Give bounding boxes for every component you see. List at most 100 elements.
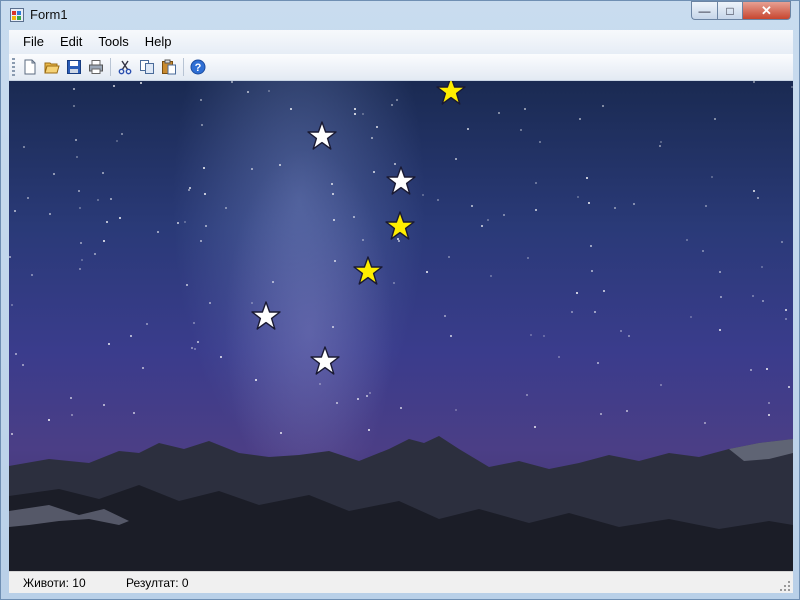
background-star [103, 404, 105, 406]
background-star [200, 99, 202, 101]
cut-button[interactable] [114, 56, 136, 78]
background-star [184, 221, 186, 223]
background-star [626, 410, 628, 412]
toolbar-grip[interactable] [12, 58, 15, 76]
background-star [11, 304, 13, 306]
save-icon [67, 60, 81, 74]
resize-grip-icon[interactable] [779, 580, 791, 592]
background-star [785, 309, 787, 311]
mountain-silhouette [9, 436, 793, 571]
background-star [108, 343, 110, 345]
background-star [80, 242, 82, 244]
paste-button[interactable] [158, 56, 180, 78]
background-star [106, 221, 108, 223]
background-star [530, 334, 532, 336]
background-star [396, 99, 398, 101]
background-star [204, 193, 206, 195]
background-star [539, 141, 541, 143]
background-star [186, 284, 188, 286]
background-star [720, 296, 722, 298]
background-star [205, 225, 207, 227]
background-star [231, 81, 233, 83]
background-star [70, 397, 72, 399]
background-star [23, 146, 25, 148]
background-star [534, 426, 536, 428]
background-star [376, 126, 378, 128]
yellow-star-icon[interactable] [353, 256, 383, 286]
background-star [444, 315, 446, 317]
background-star [705, 205, 707, 207]
background-star [520, 129, 522, 131]
cut-icon [118, 60, 132, 75]
background-star [614, 207, 616, 209]
background-star [81, 259, 83, 261]
help-icon: ? [190, 59, 206, 75]
background-star [586, 177, 588, 179]
background-star [15, 353, 17, 355]
new-button[interactable] [19, 56, 41, 78]
open-button[interactable] [41, 56, 63, 78]
background-star [225, 207, 227, 209]
background-star [11, 433, 13, 435]
white-star-icon[interactable] [251, 301, 281, 331]
background-star [200, 240, 202, 242]
background-star [490, 275, 492, 277]
menu-edit[interactable]: Edit [52, 30, 90, 54]
background-star [332, 193, 334, 195]
background-star [31, 274, 33, 276]
background-star [450, 335, 452, 337]
print-button[interactable] [85, 56, 107, 78]
background-star [620, 330, 622, 332]
background-star [768, 402, 770, 404]
menu-tools[interactable]: Tools [90, 30, 136, 54]
background-star [73, 105, 75, 107]
background-star [791, 86, 793, 88]
white-star-icon[interactable] [310, 346, 340, 376]
background-star [76, 156, 78, 158]
background-star [209, 302, 211, 304]
maximize-button[interactable]: □ [717, 1, 743, 20]
background-star [591, 270, 593, 272]
yellow-star-icon[interactable] [436, 81, 466, 106]
background-star [603, 290, 605, 292]
background-star [79, 268, 81, 270]
background-star [527, 257, 529, 259]
background-star [220, 356, 222, 358]
save-button[interactable] [63, 56, 85, 78]
background-star [191, 347, 193, 349]
background-star [353, 216, 355, 218]
menu-help[interactable]: Help [137, 30, 180, 54]
background-star [481, 225, 483, 227]
yellow-star-icon[interactable] [385, 211, 415, 241]
title-bar[interactable]: Form1 — □ ✕ [1, 1, 799, 29]
help-button[interactable]: ? [187, 56, 209, 78]
background-star [704, 422, 706, 424]
background-star [750, 369, 752, 371]
background-star [194, 348, 196, 350]
background-star [279, 164, 281, 166]
background-star [354, 113, 356, 115]
background-star [400, 407, 402, 409]
background-star [79, 207, 81, 209]
background-star [535, 209, 537, 211]
background-star [201, 124, 203, 126]
toolbar: ? [9, 54, 793, 81]
background-star [535, 182, 537, 184]
background-star [467, 128, 469, 130]
background-star [597, 362, 599, 364]
minimize-button[interactable]: — [691, 1, 717, 20]
copy-button[interactable] [136, 56, 158, 78]
status-bar: Животи: 10 Резултат: 0 [9, 571, 793, 593]
maximize-icon: □ [726, 3, 734, 18]
background-star [78, 190, 80, 192]
white-star-icon[interactable] [307, 121, 337, 151]
menu-file[interactable]: File [15, 30, 52, 54]
background-star [686, 239, 688, 241]
white-star-icon[interactable] [386, 166, 416, 196]
background-star [487, 219, 489, 221]
close-button[interactable]: ✕ [743, 1, 791, 20]
background-star [633, 203, 635, 205]
game-canvas[interactable] [9, 81, 793, 571]
window-title: Form1 [30, 7, 68, 22]
background-star [366, 395, 368, 397]
